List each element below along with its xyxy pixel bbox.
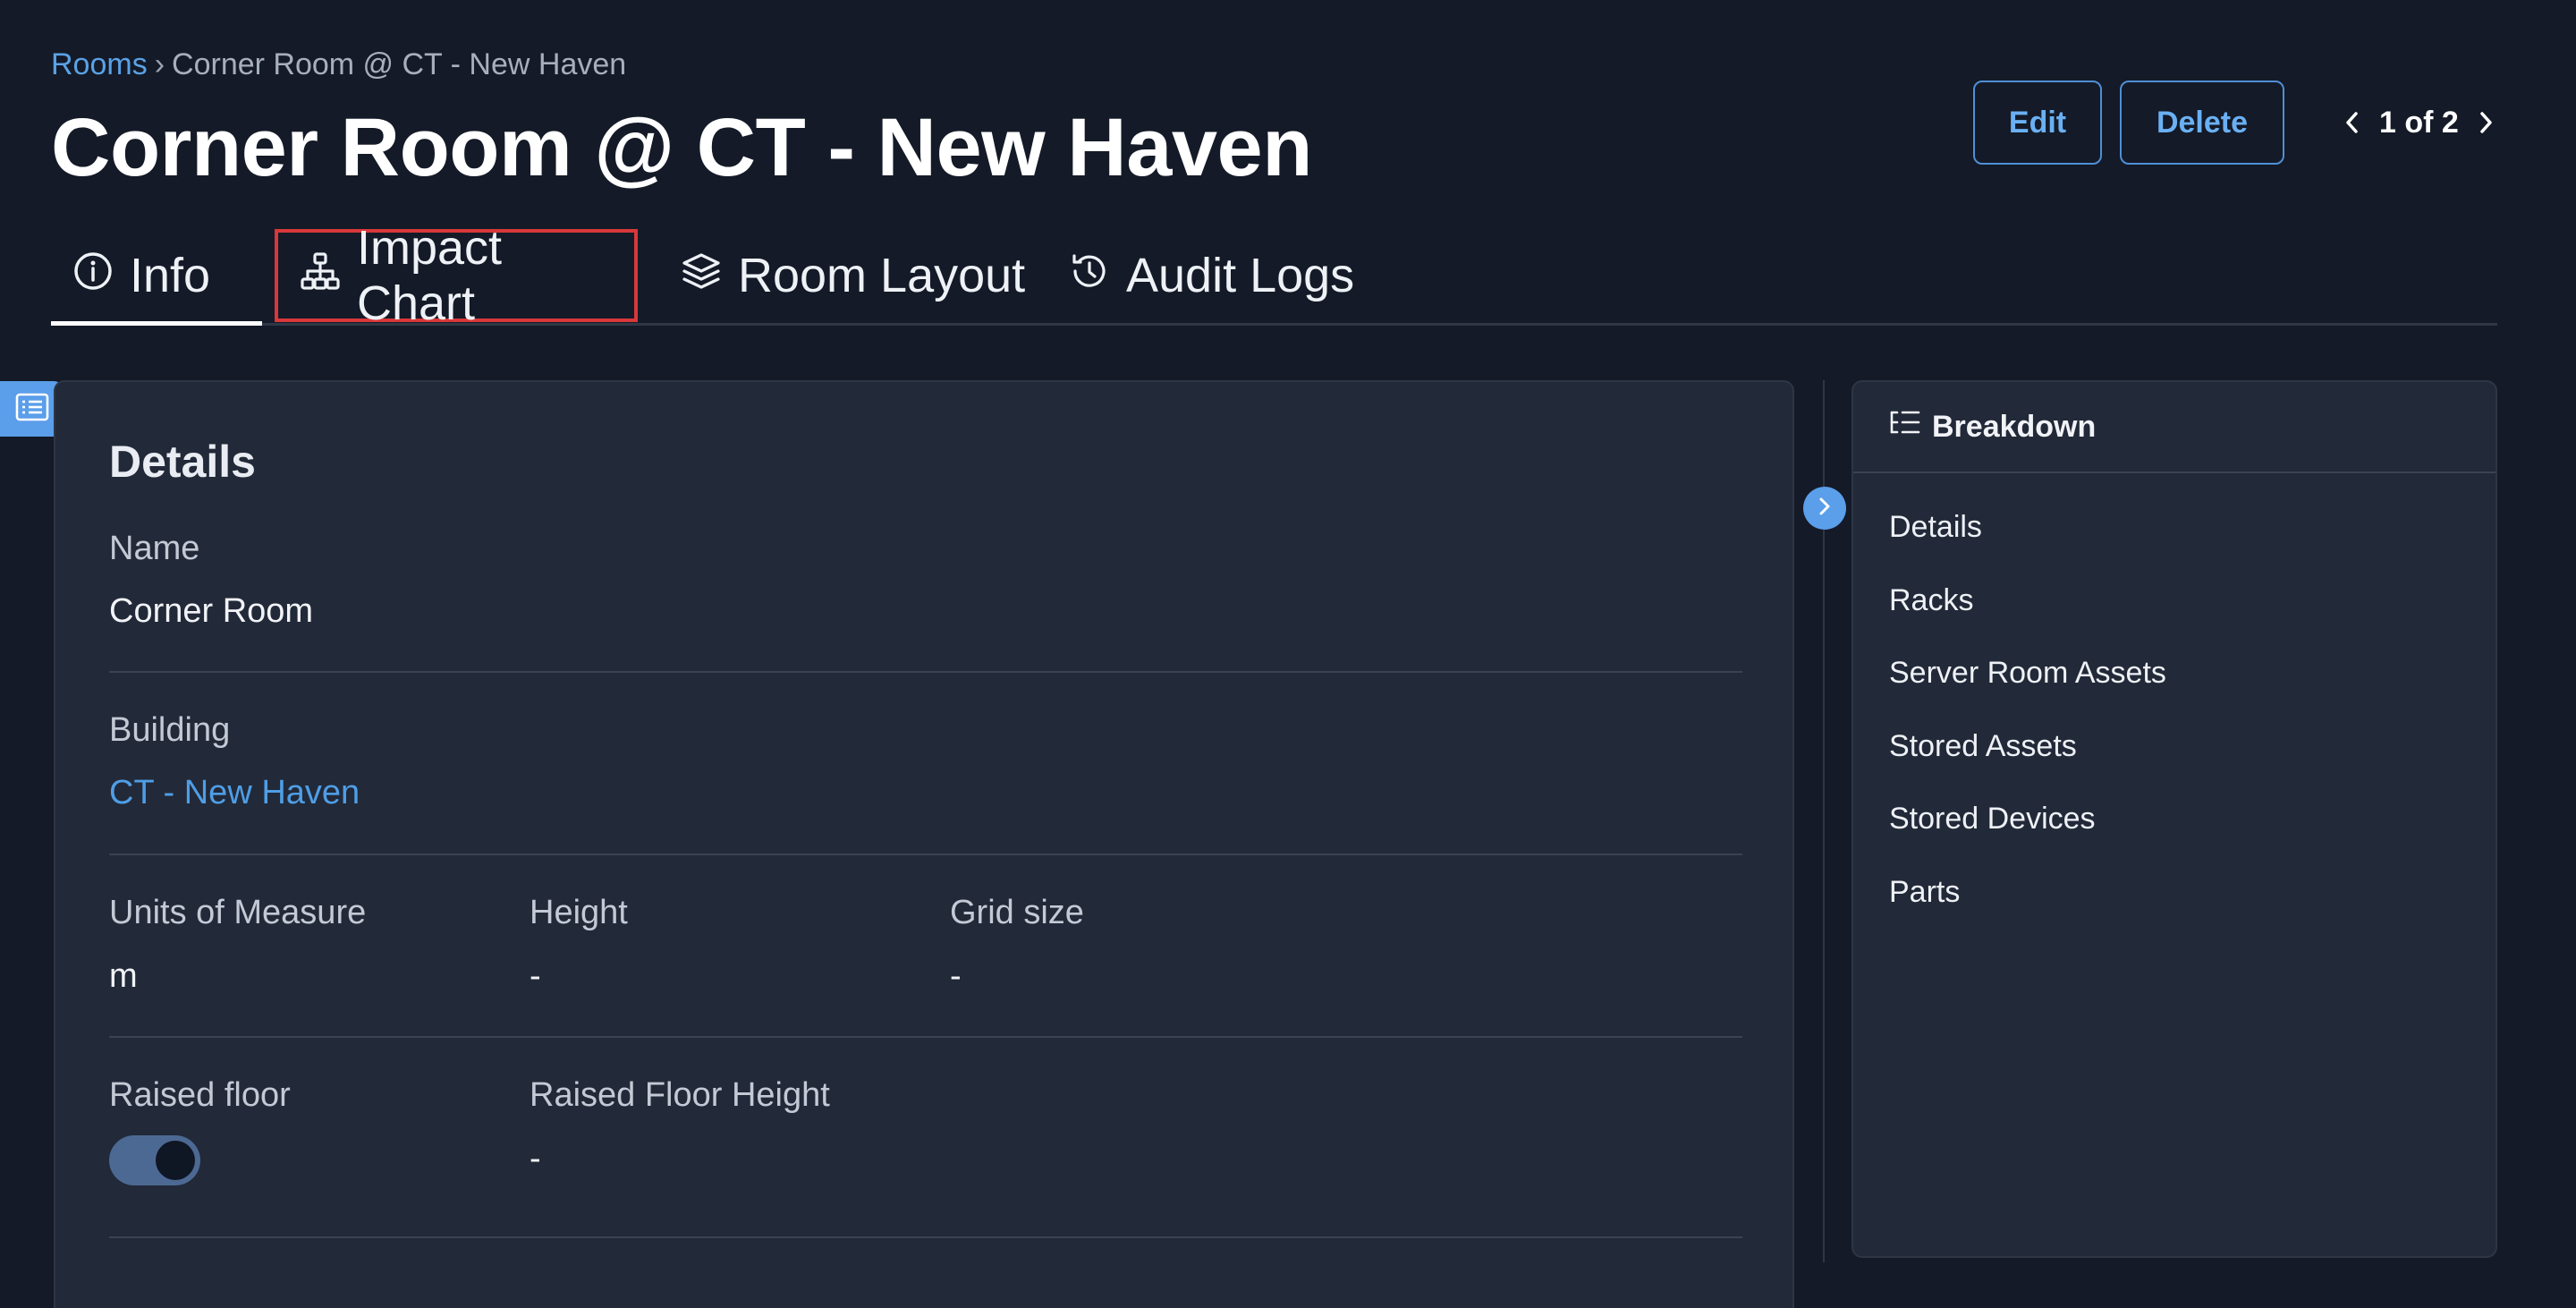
breakdown-header: Breakdown — [1853, 382, 2496, 473]
pager: 1 of 2 — [2336, 106, 2502, 140]
details-card: Details Name Corner Room Building CT - N… — [54, 380, 1794, 1308]
hierarchy-icon — [300, 248, 341, 303]
breakdown-item-details[interactable]: Details — [1853, 491, 2496, 565]
height-label: Height — [530, 894, 628, 931]
divider — [109, 1236, 1742, 1238]
info-circle-icon — [72, 248, 114, 303]
layers-icon — [681, 248, 722, 303]
tab-info-label: Info — [130, 248, 211, 302]
collapse-panel-button[interactable] — [1803, 487, 1846, 530]
grid-size-value: - — [950, 957, 962, 995]
breakdown-list: Details Racks Server Room Assets Stored … — [1853, 473, 2496, 929]
list-icon — [15, 393, 49, 426]
raised-floor-height-value: - — [530, 1140, 541, 1177]
divider — [109, 671, 1742, 673]
breadcrumb-rooms-link[interactable]: Rooms — [51, 47, 148, 82]
page: Rooms › Corner Room @ CT - New Haven Cor… — [0, 0, 2576, 1308]
name-value: Corner Room — [109, 592, 314, 630]
breakdown-item-stored-assets[interactable]: Stored Assets — [1853, 710, 2496, 784]
breakdown-item-parts[interactable]: Parts — [1853, 856, 2496, 930]
raised-floor-toggle[interactable] — [109, 1135, 200, 1185]
tab-impact-chart[interactable]: Impact Chart — [275, 221, 638, 330]
divider — [109, 1036, 1742, 1038]
tab-bar: Info Impact Chart Room Layout Audit Logs — [51, 221, 2497, 330]
tab-info[interactable]: Info — [51, 229, 262, 326]
tab-audit-logs-label: Audit Logs — [1126, 249, 1355, 302]
grid-size-label: Grid size — [950, 894, 1084, 931]
building-label: Building — [109, 711, 231, 749]
details-title: Details — [109, 437, 256, 487]
tree-list-icon — [1889, 409, 1921, 446]
tab-impact-chart-label: Impact Chart — [357, 221, 503, 330]
chevron-right-icon — [1816, 496, 1834, 522]
chevron-left-icon[interactable] — [2336, 106, 2368, 139]
units-of-measure-label: Units of Measure — [109, 894, 367, 931]
page-title: Corner Room @ CT - New Haven — [51, 102, 1312, 193]
breadcrumb-separator: › — [154, 47, 165, 81]
header-actions: Edit Delete 1 of 2 — [1973, 81, 2502, 165]
raised-floor-label: Raised floor — [109, 1076, 291, 1114]
toggle-knob — [156, 1141, 195, 1180]
tab-room-layout-label: Room Layout — [738, 249, 1026, 302]
divider — [109, 854, 1742, 855]
tab-audit-logs[interactable]: Audit Logs — [1047, 229, 1376, 322]
breadcrumb-current: Corner Room @ CT - New Haven — [172, 47, 627, 81]
breadcrumb: Rooms › Corner Room @ CT - New Haven — [51, 47, 626, 82]
units-of-measure-value: m — [109, 957, 138, 995]
height-value: - — [530, 957, 541, 995]
chevron-right-icon[interactable] — [2470, 106, 2502, 139]
building-link[interactable]: CT - New Haven — [109, 774, 360, 812]
breakdown-title: Breakdown — [1932, 409, 2097, 444]
name-label: Name — [109, 530, 200, 567]
raised-floor-height-label: Raised Floor Height — [530, 1076, 830, 1114]
pager-text: 1 of 2 — [2379, 105, 2459, 140]
tab-room-layout[interactable]: Room Layout — [659, 229, 1046, 322]
delete-button[interactable]: Delete — [2120, 81, 2284, 165]
history-icon — [1069, 248, 1110, 303]
breakdown-item-server-room-assets[interactable]: Server Room Assets — [1853, 637, 2496, 710]
breakdown-item-racks[interactable]: Racks — [1853, 565, 2496, 638]
breakdown-panel: Breakdown Details Racks Server Room Asse… — [1852, 380, 2497, 1258]
edit-button[interactable]: Edit — [1973, 81, 2102, 165]
breakdown-item-stored-devices[interactable]: Stored Devices — [1853, 783, 2496, 856]
